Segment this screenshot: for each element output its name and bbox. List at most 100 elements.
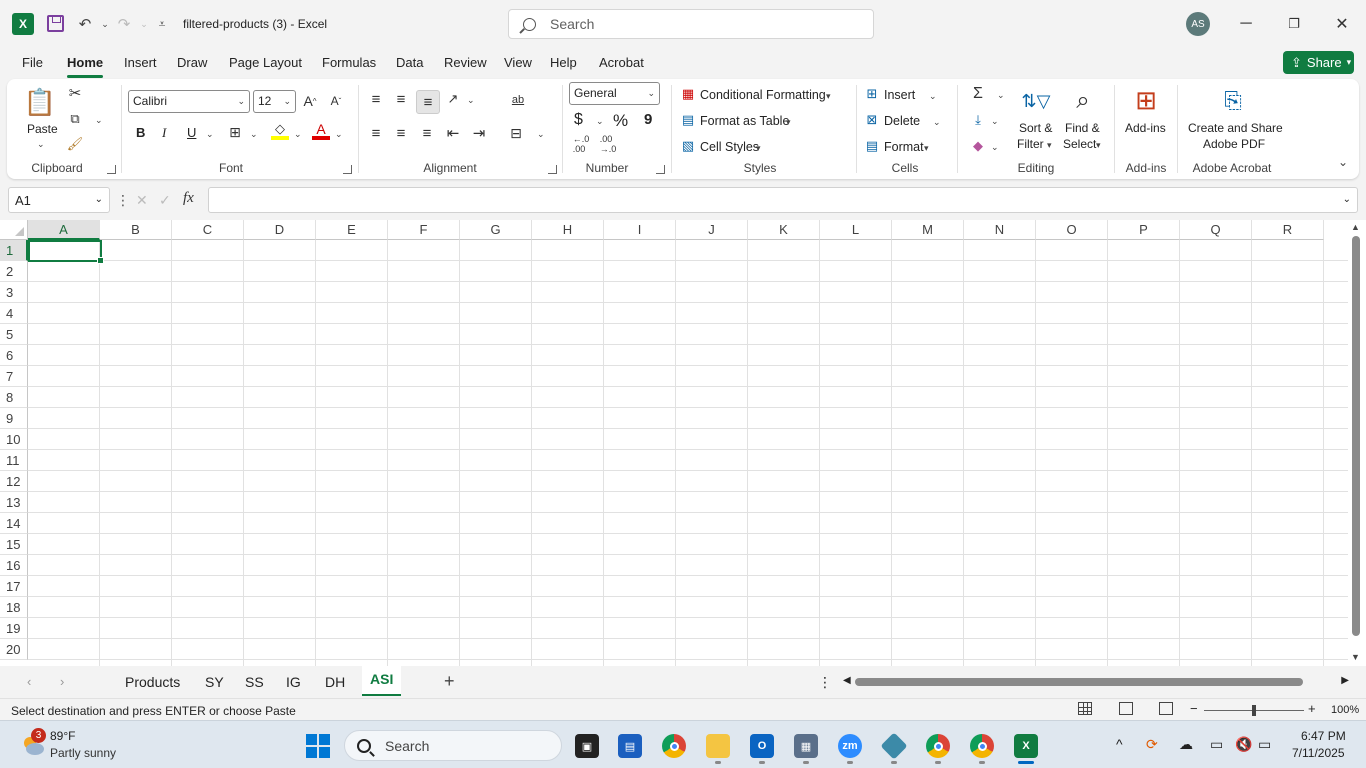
add-ins-icon[interactable]: ⊞ <box>1131 85 1161 115</box>
percent-button[interactable]: % <box>613 111 628 131</box>
sync-icon[interactable]: ⟳ <box>1146 736 1158 753</box>
zoom-app-icon[interactable]: zm <box>838 734 862 758</box>
insert-cells-icon[interactable]: ⊞ <box>864 86 880 102</box>
file-explorer-icon[interactable] <box>706 734 730 758</box>
conditional-formatting-icon[interactable]: ▦ <box>680 86 696 102</box>
find-select-icon[interactable]: ⌕ <box>1067 85 1099 117</box>
row-header-15[interactable]: 15 <box>0 534 28 555</box>
currency-button[interactable]: $ <box>574 111 583 129</box>
increase-font-size-icon[interactable]: A ^ <box>301 92 319 110</box>
fill-color-icon[interactable]: ◇ <box>271 121 289 140</box>
copy-icon[interactable]: ⧉ <box>67 110 83 128</box>
format-as-table-chevron-icon[interactable]: ▾ <box>786 117 791 128</box>
column-header-r[interactable]: R <box>1252 220 1324 240</box>
sort-filter-chevron-icon[interactable]: ▾ <box>1047 140 1052 151</box>
chrome-profile-icon[interactable] <box>926 734 950 758</box>
fill-color-chevron-icon[interactable]: ⌄ <box>294 129 302 140</box>
conditional-formatting-button[interactable]: Conditional Formatting <box>700 88 826 102</box>
task-view-icon[interactable]: ▣ <box>575 734 599 758</box>
create-share-pdf-label-1[interactable]: Create and Share <box>1188 121 1283 135</box>
excel-taskbar-icon[interactable]: X <box>1014 734 1038 758</box>
add-ins-button[interactable]: Add-ins <box>1125 121 1166 135</box>
font-launcher-icon[interactable] <box>343 165 352 174</box>
tab-review[interactable]: Review <box>444 55 487 70</box>
page-layout-view-icon[interactable] <box>1119 702 1133 715</box>
decrease-decimal-icon[interactable]: .00 →.0 <box>597 134 619 154</box>
format-as-table-button[interactable]: Format as Table <box>700 114 789 128</box>
customize-qat-icon[interactable]: ⩡ <box>150 12 174 36</box>
wrap-text-icon[interactable]: ab <box>509 90 527 110</box>
zoom-in-icon[interactable]: + <box>1308 701 1316 716</box>
italic-button[interactable]: I <box>162 125 166 141</box>
row-header-19[interactable]: 19 <box>0 618 28 639</box>
avatar[interactable]: AS <box>1186 12 1210 36</box>
row-header-7[interactable]: 7 <box>0 366 28 387</box>
delete-cells-icon[interactable]: ⊠ <box>864 112 880 128</box>
number-format-select[interactable]: General ⌄ <box>569 82 660 105</box>
increase-indent-icon[interactable]: ⇥ <box>470 124 488 142</box>
cloud-offline-icon[interactable]: ☁ <box>1179 736 1193 753</box>
borders-icon[interactable]: ⊞ <box>227 124 243 140</box>
row-header-11[interactable]: 11 <box>0 450 28 471</box>
orientation-chevron-icon[interactable]: ⌄ <box>467 95 475 106</box>
decrease-font-size-icon[interactable]: Aˇ <box>327 92 345 110</box>
find-select-label-2[interactable]: Select <box>1063 137 1096 151</box>
format-cells-chevron-icon[interactable]: ▾ <box>924 143 929 154</box>
clear-eraser-icon[interactable]: ◆ <box>969 137 987 155</box>
column-header-e[interactable]: E <box>316 220 388 240</box>
scroll-left-arrow-icon[interactable]: ◀ <box>843 675 851 686</box>
chrome-profile-2-icon[interactable] <box>970 734 994 758</box>
paste-icon[interactable]: 📋 <box>24 85 56 119</box>
cell-styles-icon[interactable]: ▧ <box>680 138 696 154</box>
sheet-options-icon[interactable]: ⋮ <box>818 674 832 691</box>
normal-view-icon[interactable] <box>1078 702 1092 715</box>
format-as-table-icon[interactable]: ▤ <box>680 112 696 128</box>
tab-help[interactable]: Help <box>550 55 577 70</box>
zoom-level[interactable]: 100% <box>1331 704 1359 716</box>
more-options-icon[interactable]: ⋮ <box>116 192 130 209</box>
search-input[interactable]: Search <box>508 9 874 39</box>
font-size-select[interactable]: 12 ⌄ <box>253 90 296 113</box>
start-button-windows-icon[interactable] <box>306 734 330 758</box>
chrome-icon[interactable] <box>662 734 686 758</box>
tab-data[interactable]: Data <box>396 55 423 70</box>
horizontal-scroll-thumb[interactable] <box>855 678 1303 686</box>
font-color-chevron-icon[interactable]: ⌄ <box>335 129 343 140</box>
bottom-align-icon[interactable]: ≡ <box>416 90 440 114</box>
tab-draw[interactable]: Draw <box>177 55 207 70</box>
orientation-icon[interactable]: ↗ <box>444 90 462 108</box>
vertical-scrollbar[interactable]: ▲ ▼ <box>1348 220 1366 666</box>
find-select-label-1[interactable]: Find & <box>1065 121 1100 135</box>
taskbar-search-input[interactable]: Search <box>344 730 562 761</box>
column-header-h[interactable]: H <box>532 220 604 240</box>
column-header-a[interactable]: A <box>28 220 100 240</box>
comma-style-button[interactable]: 9 <box>644 111 652 128</box>
align-center-icon[interactable]: ≡ <box>392 124 410 142</box>
horizontal-scrollbar[interactable]: ◀ ▶ <box>843 675 1349 689</box>
formula-input[interactable]: ⌄ <box>208 187 1358 213</box>
clear-chevron-icon[interactable]: ⌄ <box>991 142 999 153</box>
calculator-icon[interactable]: ▦ <box>794 734 818 758</box>
insert-cells-chevron-icon[interactable]: ⌄ <box>929 91 937 102</box>
close-button[interactable]: ✕ <box>1332 14 1352 34</box>
column-header-k[interactable]: K <box>748 220 820 240</box>
row-header-10[interactable]: 10 <box>0 429 28 450</box>
fill-chevron-icon[interactable]: ⌄ <box>991 116 999 127</box>
add-sheet-button[interactable]: + <box>444 671 455 692</box>
column-header-j[interactable]: J <box>676 220 748 240</box>
select-all-corner[interactable] <box>0 220 28 240</box>
row-header-3[interactable]: 3 <box>0 282 28 303</box>
row-header-16[interactable]: 16 <box>0 555 28 576</box>
column-header-f[interactable]: F <box>388 220 460 240</box>
tab-file[interactable]: File <box>22 55 43 70</box>
column-header-g[interactable]: G <box>460 220 532 240</box>
sheet-tab-ss[interactable]: SS <box>245 674 264 690</box>
save-icon[interactable] <box>47 15 64 32</box>
network-icon[interactable]: ▭ <box>1210 736 1223 753</box>
outlook-icon[interactable]: O <box>750 734 774 758</box>
format-cells-button[interactable]: Format <box>884 140 924 154</box>
cancel-entry-icon[interactable]: ✕ <box>136 192 148 209</box>
spreadsheet-grid[interactable]: ABCDEFGHIJKLMNOPQR 1 2 3 4 5 6 7 8 9 10 11 12 13 14 15… <box>0 220 1348 666</box>
expand-formula-chevron-icon[interactable]: ⌄ <box>1343 194 1351 205</box>
column-header-c[interactable]: C <box>172 220 244 240</box>
